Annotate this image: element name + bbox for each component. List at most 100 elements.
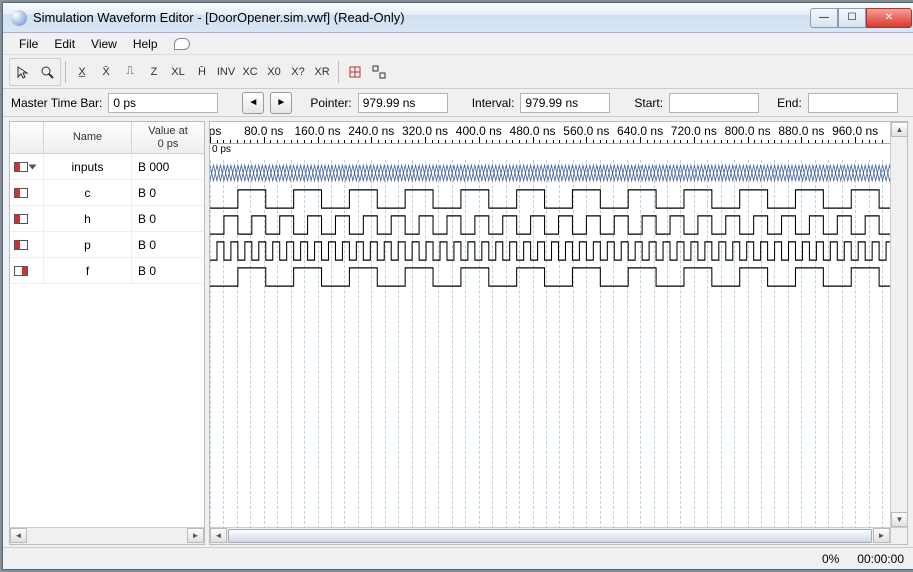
minimize-button[interactable]: —	[810, 8, 838, 28]
waveform-area[interactable]	[210, 160, 907, 544]
ruler-label: 640.0 ns	[617, 124, 663, 138]
force-high-icon[interactable]: ⎍	[118, 60, 142, 84]
signal-row[interactable]: h B 0	[10, 206, 204, 232]
menu-help[interactable]: Help	[125, 35, 166, 53]
start-label: Start:	[634, 96, 663, 110]
toolbar: X̲ X̄ ⎍ Z XL H̄ INV XC X0 X? XR	[3, 55, 913, 89]
titlebar[interactable]: Simulation Waveform Editor - [DoorOpener…	[3, 3, 913, 33]
ruler-label: 720.0 ns	[671, 124, 717, 138]
signal-name: c	[44, 180, 132, 205]
help-balloon-icon[interactable]	[174, 38, 190, 50]
ruler-label: 240.0 ns	[348, 124, 394, 138]
master-time-field[interactable]: 0 ps	[108, 93, 218, 113]
waveform-row[interactable]	[210, 238, 907, 264]
count-value-icon[interactable]: XC	[238, 60, 262, 84]
force-unknown-icon[interactable]: X̲	[70, 60, 94, 84]
maximize-button[interactable]: ☐	[838, 8, 866, 28]
header-name[interactable]: Name	[44, 122, 132, 153]
horizontal-scrollbar[interactable]: ◄ ►	[210, 527, 890, 544]
input-pin-icon	[14, 162, 28, 172]
signal-list-panel: Name Value at 0 ps inputs B 000 c B 0 h …	[9, 121, 205, 545]
interval-field: 979.99 ns	[520, 93, 610, 113]
time-bar: Master Time Bar: 0 ps ◄ ► Pointer: 979.9…	[3, 89, 913, 117]
app-window: Simulation Waveform Editor - [DoorOpener…	[2, 2, 913, 570]
signal-name: f	[44, 258, 132, 283]
left-hscroll[interactable]: ◄ ►	[10, 527, 204, 544]
scroll-left-icon[interactable]: ◄	[210, 528, 227, 543]
ruler-label: 480.0 ns	[510, 124, 556, 138]
signal-name: p	[44, 232, 132, 257]
scroll-right-icon[interactable]: ►	[873, 528, 890, 543]
toolbar-separator	[338, 61, 339, 83]
random-value-icon[interactable]: XR	[310, 60, 334, 84]
signal-row[interactable]: inputs B 000	[10, 154, 204, 180]
ruler-label: 880.0 ns	[778, 124, 824, 138]
scroll-up-icon[interactable]: ▲	[891, 122, 908, 137]
signal-value: B 0	[132, 258, 204, 283]
waveform-row-bus[interactable]	[210, 160, 907, 186]
ruler-label: 560.0 ns	[563, 124, 609, 138]
waveform-row[interactable]	[210, 186, 907, 212]
force-z-icon[interactable]: Z	[142, 60, 166, 84]
close-button[interactable]: ✕	[866, 8, 912, 28]
end-field[interactable]	[808, 93, 898, 113]
ruler-label: 400.0 ns	[456, 124, 502, 138]
header-value[interactable]: Value at 0 ps	[132, 122, 204, 153]
ruler-label: 80.0 ns	[244, 124, 283, 138]
menu-view[interactable]: View	[83, 35, 125, 53]
signal-name: h	[44, 206, 132, 231]
signal-row[interactable]: f B 0	[10, 258, 204, 284]
signal-value: B 0	[132, 180, 204, 205]
start-field[interactable]	[669, 93, 759, 113]
expand-icon[interactable]	[29, 164, 37, 169]
invert-icon[interactable]: INV	[214, 60, 238, 84]
scroll-track[interactable]	[27, 528, 187, 544]
master-time-label: Master Time Bar:	[11, 96, 102, 110]
ruler-label: 800.0 ns	[725, 124, 771, 138]
waveform-row[interactable]	[210, 264, 907, 290]
workarea: Name Value at 0 ps inputs B 000 c B 0 h …	[3, 117, 913, 547]
arbitrary-value-icon[interactable]: X?	[286, 60, 310, 84]
signal-row[interactable]: p B 0	[10, 232, 204, 258]
signal-row[interactable]: c B 0	[10, 180, 204, 206]
cursor-label: 0 ps	[210, 144, 907, 160]
toolbar-separator	[65, 61, 66, 83]
input-pin-icon	[14, 188, 28, 198]
scroll-left-icon[interactable]: ◄	[10, 528, 27, 543]
scroll-thumb[interactable]	[228, 529, 872, 543]
interval-label: Interval:	[472, 96, 515, 110]
menu-file[interactable]: File	[11, 35, 46, 53]
pointer-field: 979.99 ns	[358, 93, 448, 113]
pointer-tool-icon[interactable]	[11, 60, 35, 84]
zoom-tool-icon[interactable]	[35, 60, 59, 84]
overlay-clock-icon[interactable]: X0	[262, 60, 286, 84]
scroll-right-icon[interactable]: ►	[187, 528, 204, 543]
ruler-label: 960.0 ns	[832, 124, 878, 138]
waveform-row[interactable]	[210, 212, 907, 238]
step-back-button[interactable]: ◄	[242, 92, 264, 114]
step-forward-button[interactable]: ►	[270, 92, 292, 114]
app-icon	[11, 10, 27, 26]
ruler-label: 160.0 ns	[294, 124, 340, 138]
grid-size-icon[interactable]	[343, 60, 367, 84]
input-pin-icon	[14, 214, 28, 224]
signal-value: B 0	[132, 206, 204, 231]
ruler-label: 320.0 ns	[402, 124, 448, 138]
force-weak-high-icon[interactable]: H̄	[190, 60, 214, 84]
input-pin-icon	[14, 240, 28, 250]
force-low-icon[interactable]: X̄	[94, 60, 118, 84]
elapsed-time: 00:00:00	[857, 552, 904, 566]
end-label: End:	[777, 96, 802, 110]
snap-to-grid-icon[interactable]	[367, 60, 391, 84]
signal-value: B 0	[132, 232, 204, 257]
menubar: File Edit View Help	[3, 33, 913, 55]
statusbar: 0% 00:00:00	[3, 547, 913, 569]
time-ruler[interactable]: 0 ps80.0 ns160.0 ns240.0 ns320.0 ns400.0…	[210, 122, 907, 144]
force-weak-low-icon[interactable]: XL	[166, 60, 190, 84]
menu-edit[interactable]: Edit	[46, 35, 83, 53]
signal-rows: inputs B 000 c B 0 h B 0 p B 0 f B 0	[10, 154, 204, 527]
scroll-down-icon[interactable]: ▼	[891, 512, 908, 527]
header-icon-col[interactable]	[10, 122, 44, 153]
progress-percent: 0%	[822, 552, 839, 566]
vertical-scrollbar[interactable]: ▲ ▼	[890, 122, 907, 527]
